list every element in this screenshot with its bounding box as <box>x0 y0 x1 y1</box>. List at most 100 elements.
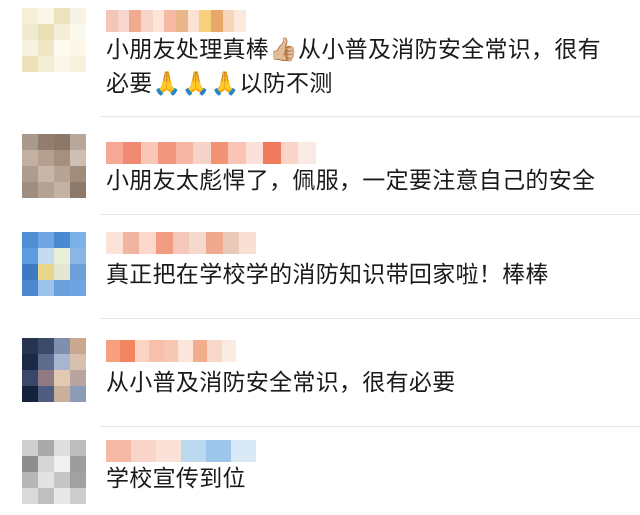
name-pixel <box>122 232 140 254</box>
name-pixel <box>156 440 181 462</box>
name-pixel <box>221 340 236 362</box>
avatar-pixel <box>70 370 86 386</box>
avatar-pixel <box>54 338 70 354</box>
avatar-pixel <box>70 150 86 166</box>
name-pixel <box>155 232 173 254</box>
avatar-pixel <box>70 166 86 182</box>
avatar-pixel <box>22 338 38 354</box>
name-pixel <box>222 10 235 32</box>
divider <box>100 426 640 427</box>
name-pixel <box>207 340 222 362</box>
name-pixel <box>129 10 141 32</box>
name-pixel <box>234 10 246 32</box>
avatar-pixel <box>22 488 38 504</box>
commenter-name[interactable] <box>106 10 246 32</box>
divider <box>100 214 640 215</box>
avatar[interactable] <box>22 338 86 402</box>
name-pixel <box>205 232 223 254</box>
avatar-pixel <box>70 280 86 296</box>
commenter-name[interactable] <box>106 232 256 254</box>
avatar-pixel <box>22 370 38 386</box>
comment-text: 小朋友太彪悍了，佩服，一定要注意自己的安全 <box>106 164 620 198</box>
avatar-pixel <box>70 472 86 488</box>
avatar-pixel <box>70 456 86 472</box>
avatar-pixel <box>54 248 70 264</box>
avatar-pixel <box>22 248 38 264</box>
avatar-pixel <box>38 40 54 56</box>
comment-item[interactable]: 学校宣传到位 <box>0 434 640 515</box>
avatar-pixel <box>38 248 54 264</box>
avatar-pixel <box>70 134 86 150</box>
divider <box>100 318 640 319</box>
avatar-pixel <box>70 264 86 280</box>
avatar-pixel <box>54 264 70 280</box>
comment-item[interactable]: 小朋友太彪悍了，佩服，一定要注意自己的安全 <box>0 124 640 214</box>
avatar[interactable] <box>22 232 86 296</box>
avatar-pixel <box>22 24 38 40</box>
avatar-pixel <box>54 40 70 56</box>
avatar-pixel <box>54 134 70 150</box>
comment-text: 小朋友处理真棒👍🏼从小普及消防安全常识，很有 必要🙏🙏🙏以防不测 <box>106 33 620 101</box>
avatar-pixel <box>22 280 38 296</box>
comment-text: 学校宣传到位 <box>106 462 620 496</box>
avatar[interactable] <box>22 440 86 504</box>
avatar-pixel <box>22 134 38 150</box>
avatar-pixel <box>70 232 86 248</box>
name-pixel <box>298 142 316 164</box>
avatar-pixel <box>54 24 70 40</box>
name-pixel <box>193 142 211 164</box>
name-pixel <box>120 340 135 362</box>
comment-item[interactable]: 从小普及消防安全常识，很有必要 <box>0 330 640 420</box>
name-pixel <box>139 232 156 254</box>
avatar-pixel <box>54 488 70 504</box>
avatar-pixel <box>38 488 54 504</box>
name-pixel <box>158 142 176 164</box>
name-pixel <box>163 340 179 362</box>
avatar-pixel <box>70 8 86 24</box>
name-pixel <box>140 10 153 32</box>
avatar-pixel <box>38 264 54 280</box>
avatar-pixel <box>54 386 70 402</box>
avatar[interactable] <box>22 8 86 72</box>
avatar-pixel <box>54 354 70 370</box>
name-pixel <box>239 232 256 254</box>
name-pixel <box>117 10 130 32</box>
avatar-pixel <box>54 370 70 386</box>
avatar[interactable] <box>22 134 86 198</box>
avatar-pixel <box>22 8 38 24</box>
name-pixel <box>175 10 188 32</box>
avatar-pixel <box>38 370 54 386</box>
avatar-pixel <box>22 166 38 182</box>
comment-item[interactable]: 真正把在学校学的消防知识带回家啦！棒棒 <box>0 220 640 310</box>
avatar-pixel <box>70 386 86 402</box>
avatar-pixel <box>38 150 54 166</box>
avatar-pixel <box>38 182 54 198</box>
comment-line: 真正把在学校学的消防知识带回家啦！棒棒 <box>106 262 549 288</box>
name-pixel <box>164 10 176 32</box>
avatar-pixel <box>38 472 54 488</box>
avatar-pixel <box>38 232 54 248</box>
avatar-pixel <box>22 56 38 72</box>
comment-list: 小朋友处理真棒👍🏼从小普及消防安全常识，很有 必要🙏🙏🙏以防不测 小朋友太彪悍了… <box>0 0 640 515</box>
comment-text: 从小普及消防安全常识，很有必要 <box>106 366 620 400</box>
avatar-pixel <box>54 232 70 248</box>
commenter-name[interactable] <box>106 340 236 362</box>
name-pixel <box>106 340 121 362</box>
name-pixel <box>149 340 164 362</box>
avatar-pixel <box>22 440 38 456</box>
name-pixel <box>199 10 211 32</box>
commenter-name[interactable] <box>106 142 316 164</box>
comment-item[interactable]: 小朋友处理真棒👍🏼从小普及消防安全常识，很有 必要🙏🙏🙏以防不测 <box>0 0 640 110</box>
avatar-pixel <box>70 56 86 72</box>
name-pixel <box>134 340 150 362</box>
name-pixel <box>181 440 206 462</box>
avatar-pixel <box>70 354 86 370</box>
comment-line: 学校宣传到位 <box>106 466 246 492</box>
avatar-pixel <box>22 182 38 198</box>
avatar-pixel <box>22 354 38 370</box>
comment-line: 从小普及消防安全常识，很有必要 <box>106 370 456 396</box>
avatar-pixel <box>38 338 54 354</box>
commenter-name[interactable] <box>106 440 256 462</box>
name-pixel <box>106 142 124 164</box>
name-pixel <box>206 440 231 462</box>
